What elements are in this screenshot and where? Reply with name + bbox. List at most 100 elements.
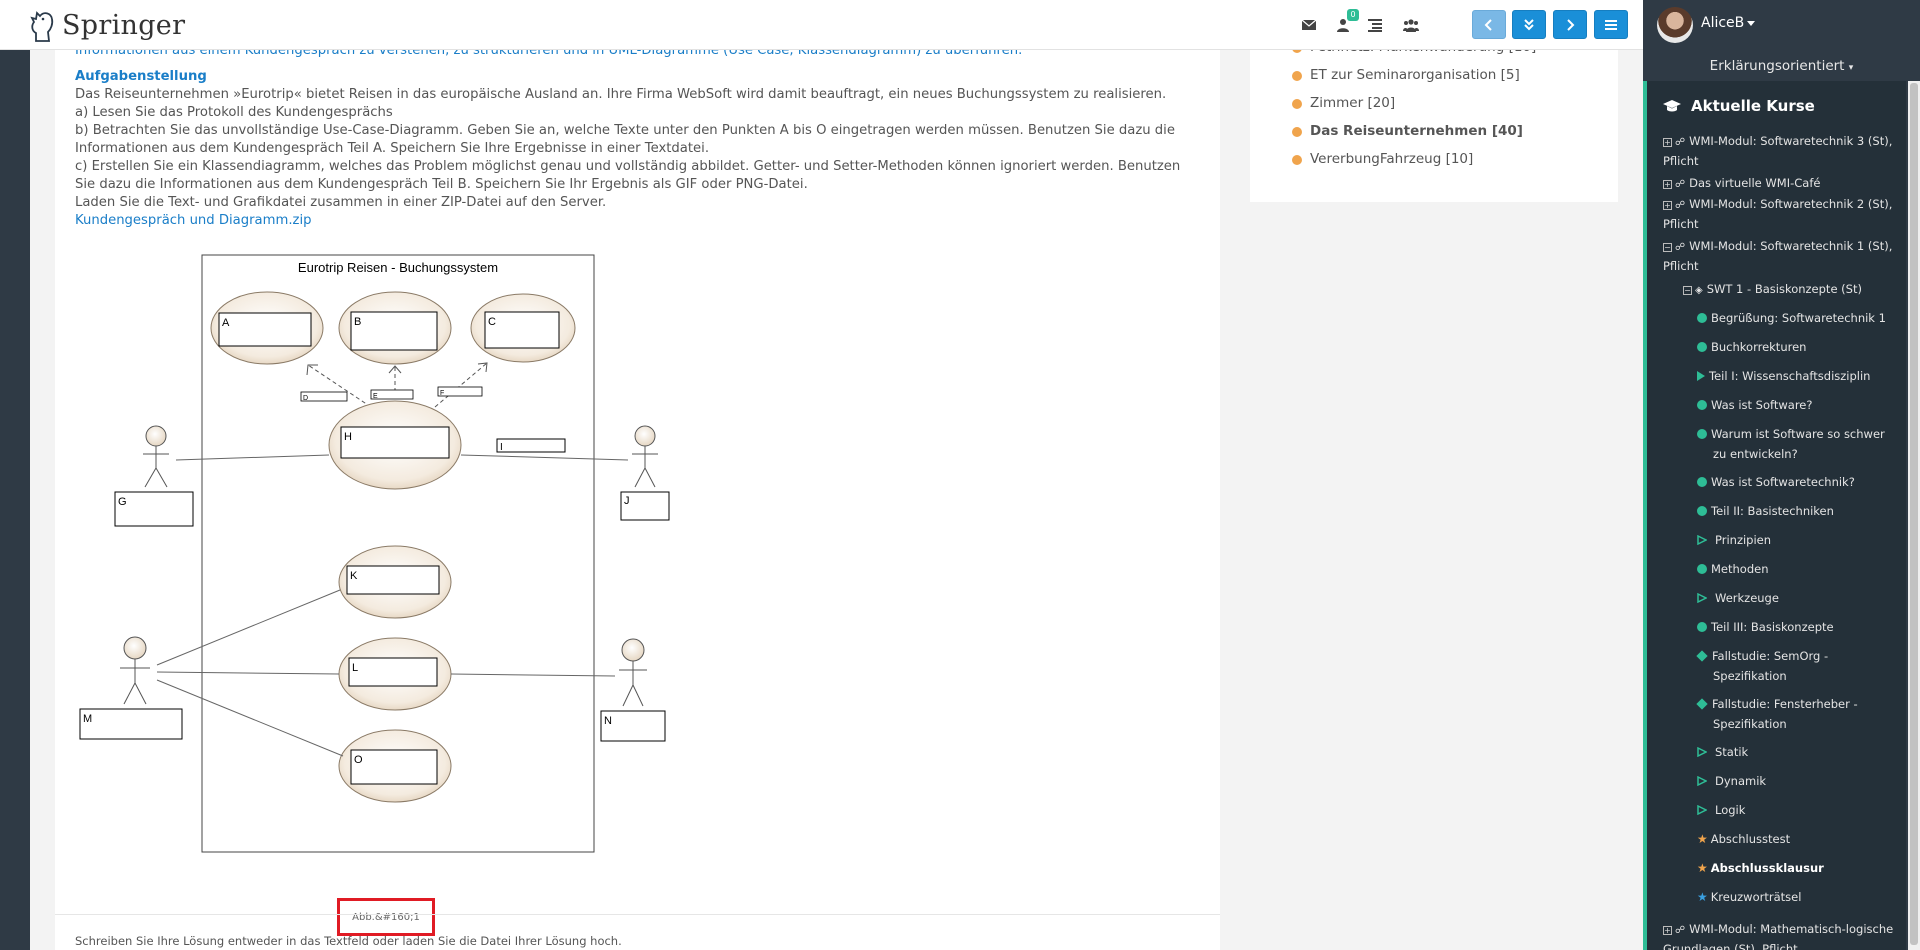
course-item[interactable]: + ☍ WMI-Modul: Softwaretechnik 2 (St), [1663,194,1892,216]
lesson-item[interactable]: Logik [1697,800,1745,820]
jump-down-button[interactable] [1512,10,1546,39]
status-dot-icon [1697,477,1707,487]
play-filled-icon [1697,371,1705,381]
lesson-label-line2: Spezifikation [1713,717,1787,731]
course-item[interactable]: + ☍ WMI-Modul: Softwaretechnik 3 (St), [1663,131,1892,153]
use-case-diagram: Eurotrip Reisen - Buchungssystem A B C D… [75,240,675,890]
star-icon: ★ [1697,832,1708,846]
label-K: K [350,570,358,582]
task-line: a) Lesen Sie das Protokoll des Kundenges… [75,105,393,120]
lesson-item[interactable]: Fallstudie: Fensterheber - [1696,694,1858,714]
main-area: Informationen aus einem Kundengespräch z… [0,0,1643,950]
lesson-label: Was ist Softwaretechnik? [1711,475,1855,489]
lesson-item[interactable]: Prinzipien [1697,530,1771,550]
knight-horse-icon [30,11,54,42]
lesson-item[interactable]: ★ Abschlussklausur [1697,858,1824,878]
actor-N [619,638,647,707]
task-line: b) Betrachten Sie das unvollständige Use… [75,123,1175,138]
chevron-left-icon [1484,18,1492,31]
notification-badge: 0 [1347,9,1359,21]
lesson-label: Kreuzworträtsel [1710,890,1802,904]
actor-M [120,636,150,705]
label-B: B [354,316,361,328]
lesson-item[interactable]: ★ Kreuzworträtsel [1697,887,1801,907]
next-button[interactable] [1553,10,1587,39]
sidebar-scrollbar[interactable] [1908,81,1920,950]
task-line: Sie dazu die Informationen aus dem Kunde… [75,177,808,192]
exercise-item[interactable]: VererbungFahrzeug [10] [1292,151,1473,167]
lesson-item[interactable]: Teil II: Basistechniken [1697,501,1834,521]
user-group-badge-icon[interactable]: 0 [1334,9,1359,36]
download-link[interactable]: Kundengespräch und Diagramm.zip [75,212,311,230]
diamond-icon [1696,650,1708,662]
springer-logo[interactable]: Springer [28,4,185,46]
exercise-list-card: Petrinetz: Markenwanderung [10] ET zur S… [1250,35,1618,202]
previous-button[interactable] [1472,10,1506,39]
list-icon[interactable] [1364,14,1386,36]
label-I: I [500,442,503,453]
course-item-line2: Pflicht [1663,217,1699,231]
lesson-item[interactable]: Statik [1697,742,1748,762]
course-navigation: Aktuelle Kurse + ☍ WMI-Modul: Softwaretech… [1643,81,1906,950]
lesson-item[interactable]: Teil III: Basiskonzepte [1697,617,1834,637]
envelope-icon[interactable] [1298,14,1320,36]
label-F: F [440,390,444,397]
course-item-expanded[interactable]: − ☍ WMI-Modul: Softwaretechnik 1 (St), [1663,236,1892,258]
lesson-label: Logik [1715,803,1746,817]
play-outline-icon [1697,593,1707,603]
star-icon: ★ [1697,861,1708,875]
task-line: Laden Sie die Text- und Grafikdatei zusa… [75,195,607,210]
lesson-item[interactable]: Was ist Software? [1697,395,1812,415]
users-icon[interactable] [1400,14,1422,36]
label-H: H [344,431,352,443]
username[interactable]: AliceB [1701,15,1744,31]
avatar[interactable] [1657,7,1693,43]
lesson-item[interactable]: Teil I: Wissenschaftsdisziplin [1697,366,1870,386]
mode-dropdown[interactable]: Erklärungsorientiert ▾ [1643,52,1920,80]
lesson-item[interactable]: Methoden [1697,559,1769,579]
lesson-label: Fallstudie: SemOrg - [1712,649,1829,663]
caret-down-icon[interactable] [1747,21,1755,26]
label-A: A [222,317,230,329]
status-dot-icon [1697,622,1707,632]
exercise-item-active[interactable]: Das Reiseunternehmen [40] [1292,123,1523,139]
lesson-label: Teil I: Wissenschaftsdisziplin [1709,369,1871,383]
lesson-item[interactable]: ★ Abschlusstest [1697,829,1790,849]
lesson-item[interactable]: Werkzeuge [1697,588,1779,608]
status-dot-icon [1697,400,1707,410]
lesson-item[interactable]: Begrüßung: Softwaretechnik 1 [1697,308,1886,328]
user-menu[interactable]: AliceB [1643,0,1920,50]
course-item-line2: Pflicht [1663,154,1699,168]
lesson-item[interactable]: Warum ist Software so schwer [1697,424,1885,444]
exercise-item[interactable]: ET zur Seminarorganisation [5] [1292,67,1520,83]
task-line: Das Reiseunternehmen »Eurotrip« bietet R… [75,87,1167,102]
play-outline-icon [1697,776,1707,786]
status-dot-icon [1697,564,1707,574]
lesson-label: Statik [1715,745,1749,759]
lesson-label: Abschlussklausur [1710,861,1824,875]
scrollbar-thumb[interactable] [1910,83,1918,945]
status-dot-icon [1697,506,1707,516]
lesson-item[interactable]: Fallstudie: SemOrg - [1696,646,1829,666]
left-edge-stripe [0,0,30,950]
sub-course-item[interactable]: − ◈ SWT 1 - Basiskonzepte (St) [1683,279,1862,301]
play-outline-icon [1697,535,1707,545]
label-G: G [118,496,127,508]
exercise-item[interactable]: Zimmer [20] [1292,95,1395,111]
courses-heading: Aktuelle Kurse [1663,97,1815,115]
lesson-label: Warum ist Software so schwer [1711,427,1885,441]
course-item[interactable]: + ☍ WMI-Modul: Mathematisch-logische [1663,919,1893,941]
label-E: E [373,393,378,400]
lesson-item[interactable]: Buchkorrekturen [1697,337,1806,357]
status-dot-icon [1697,429,1707,439]
status-dot-icon [1697,313,1707,323]
label-L: L [352,662,358,674]
lesson-label: Fallstudie: Fensterheber - [1712,697,1858,711]
course-item[interactable]: + ☍ Das virtuelle WMI-Café [1663,173,1820,195]
menu-button[interactable] [1594,10,1628,39]
lesson-label: Abschlusstest [1710,832,1791,846]
lesson-item[interactable]: Dynamik [1697,771,1766,791]
top-header: Springer 0 [0,0,1643,50]
lesson-item[interactable]: Was ist Softwaretechnik? [1697,472,1855,492]
lesson-label: Dynamik [1715,774,1767,788]
